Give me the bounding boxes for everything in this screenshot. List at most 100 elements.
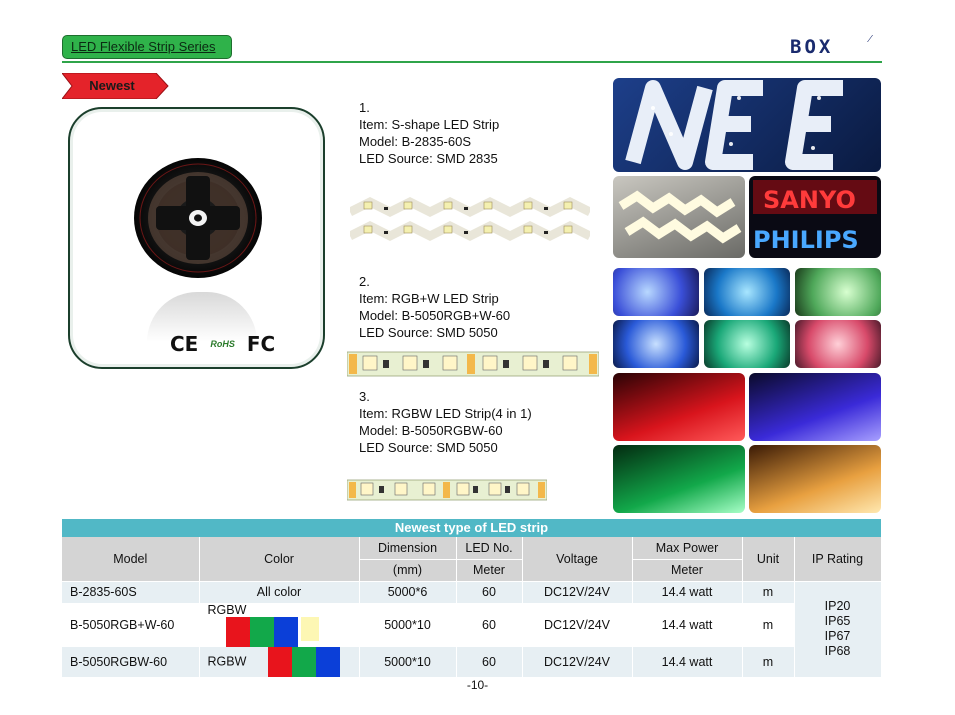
col-color: Color — [199, 537, 360, 582]
photo-rgb-green — [795, 268, 881, 316]
photo-signage-brands: SANYO PHILIPS — [749, 176, 881, 258]
photo-warm-strip — [749, 445, 881, 513]
table-header-row-1: Model Color Dimension LED No. Voltage Ma… — [62, 537, 882, 582]
ip-rating-1: IP20 — [824, 599, 851, 614]
item-2-index: 2. — [359, 274, 370, 289]
svg-text:SANYO: SANYO — [763, 186, 856, 214]
cell-color: All color — [199, 581, 360, 603]
photo-rgb-blue-2 — [613, 320, 699, 368]
col-dimension-unit: (mm) — [359, 559, 457, 582]
cell-unit: m — [742, 647, 795, 677]
item-1-source: LED Source: SMD 2835 — [359, 151, 498, 166]
item-3-index: 3. — [359, 389, 370, 404]
ip-rating-3: IP67 — [824, 629, 851, 644]
brand-logo: BOX ⁄ — [790, 32, 880, 60]
col-model: Model — [62, 537, 200, 582]
cell-model: B-5050RGB+W-60 — [62, 603, 200, 647]
photo-rgb-cyan — [704, 268, 790, 316]
ip-rating-2: IP65 — [824, 614, 851, 629]
rohs-mark: RoHS — [210, 339, 235, 349]
cell-color: RGBW — [199, 647, 360, 677]
cell-voltage: DC12V/24V — [522, 647, 633, 677]
photo-rgb-teal — [704, 320, 790, 368]
spec-table: Newest type of LED strip Model Color Dim… — [62, 519, 882, 677]
table-row: B-5050RGBW-60 RGBW 5000*10 60 DC12V/24V … — [62, 647, 881, 677]
s-shape-strip-image — [350, 196, 590, 242]
color-swatches — [267, 647, 340, 677]
col-unit: Unit — [742, 537, 795, 582]
cell-color: RGBW — [199, 603, 360, 647]
swatch-green — [249, 617, 274, 647]
item-3-model: Model: B-5050RGBW-60 — [359, 423, 503, 438]
photo-rgb-pink — [795, 320, 881, 368]
s-strip-lit-graphic — [618, 190, 742, 244]
swatch-green — [291, 647, 316, 677]
table-title: Newest type of LED strip — [62, 519, 881, 537]
photo-blue-strip — [749, 373, 881, 441]
cell-voltage: DC12V/24V — [522, 581, 633, 603]
col-led-no-unit: Meter — [456, 559, 523, 582]
item-1-description: 1. Item: S-shape LED Strip Model: B-2835… — [359, 99, 499, 167]
photo-rgb-blue — [613, 268, 699, 316]
cell-voltage: DC12V/24V — [522, 603, 633, 647]
certification-row: CE RoHS FC — [170, 330, 275, 358]
col-led-no: LED No. — [456, 537, 523, 560]
rgbw-strip-image — [347, 351, 599, 377]
cell-ip-rating: IP20 IP65 IP67 IP68 — [794, 581, 882, 677]
photo-red-strip — [613, 373, 745, 441]
svg-text:PHILIPS: PHILIPS — [753, 226, 859, 254]
color-label: RGBW — [207, 603, 247, 617]
cell-power: 14.4 watt — [632, 603, 743, 647]
item-2-model: Model: B-5050RGB+W-60 — [359, 308, 511, 323]
cell-model: B-5050RGBW-60 — [62, 647, 200, 677]
swatch-red — [225, 617, 250, 647]
item-3-description: 3. Item: RGBW LED Strip(4 in 1) Model: B… — [359, 388, 532, 456]
photo-green-strip — [613, 445, 745, 513]
color-swatches — [225, 617, 319, 647]
col-max-power-unit: Meter — [632, 559, 743, 582]
item-3-name: Item: RGBW LED Strip(4 in 1) — [359, 406, 532, 421]
swatch-blue — [273, 617, 298, 647]
table-row: B-2835-60S All color 5000*6 60 DC12V/24V… — [62, 581, 882, 677]
swatch-red — [267, 647, 292, 677]
spec-table-grid: Model Color Dimension LED No. Voltage Ma… — [62, 537, 882, 677]
brand-logo-text: BOX — [790, 36, 834, 58]
cell-unit: m — [742, 603, 795, 647]
item-2-name: Item: RGB+W LED Strip — [359, 291, 499, 306]
photo-illuminated-letters — [613, 78, 881, 172]
cell-led-no: 60 — [456, 603, 523, 647]
cell-dimension: 5000*10 — [359, 647, 457, 677]
color-label: RGBW — [207, 654, 247, 669]
item-2-description: 2. Item: RGB+W LED Strip Model: B-5050RG… — [359, 273, 510, 341]
cell-led-no: 60 — [456, 581, 523, 603]
cell-model: B-2835-60S — [62, 581, 200, 603]
cell-power: 14.4 watt — [632, 581, 743, 603]
rgbw-4in1-strip-image — [347, 479, 547, 501]
spark-icon: ⁄ — [869, 32, 874, 45]
signage-graphic: SANYO PHILIPS — [753, 180, 877, 254]
ip-rating-4: IP68 — [824, 644, 851, 659]
table-row: B-5050RGB+W-60 RGBW 5000*10 60 DC12V/24V… — [62, 603, 881, 647]
item-1-index: 1. — [359, 100, 370, 115]
cell-dimension: 5000*6 — [359, 581, 457, 603]
item-2-source: LED Source: SMD 5050 — [359, 325, 498, 340]
item-3-source: LED Source: SMD 5050 — [359, 440, 498, 455]
ce-mark: CE — [170, 332, 199, 356]
item-1-name: Item: S-shape LED Strip — [359, 117, 500, 132]
swatch-warm-white — [300, 617, 319, 641]
cell-led-no: 60 — [456, 647, 523, 677]
newest-label: Newest — [89, 78, 135, 93]
col-dimension: Dimension — [359, 537, 457, 560]
header-divider — [62, 61, 882, 63]
swatch-blue — [315, 647, 340, 677]
series-tag: LED Flexible Strip Series — [62, 35, 232, 59]
cell-unit: m — [742, 581, 795, 603]
led-reel-image — [134, 158, 262, 278]
photo-s-strip-lit — [613, 176, 745, 258]
item-1-model: Model: B-2835-60S — [359, 134, 472, 149]
illuminated-letters-graphic — [625, 80, 843, 170]
cell-power: 14.4 watt — [632, 647, 743, 677]
col-ip-rating: IP Rating — [794, 537, 882, 582]
col-voltage: Voltage — [522, 537, 633, 582]
page-number: -10- — [466, 678, 489, 692]
